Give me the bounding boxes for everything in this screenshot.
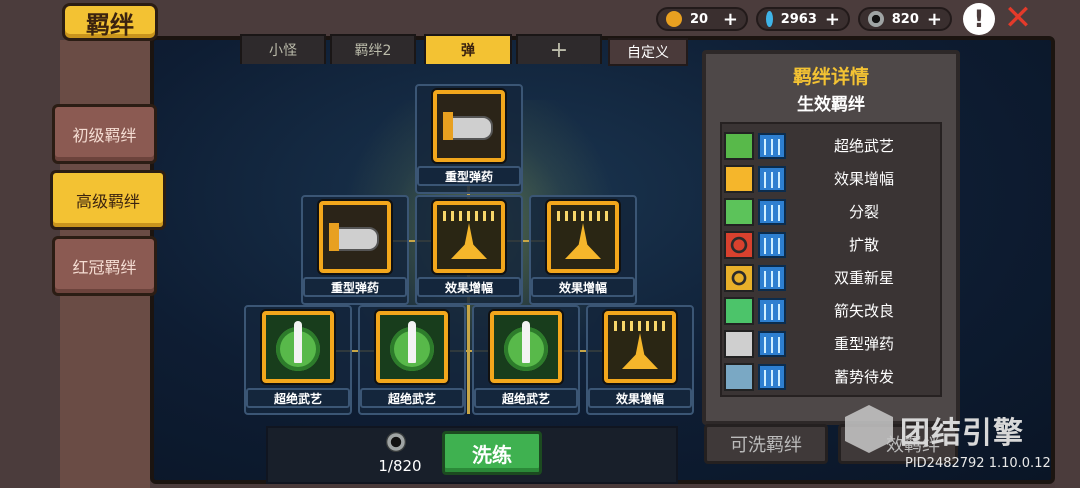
sword-icon <box>724 131 754 160</box>
details-subtitle: 生效羁绊 <box>797 95 865 115</box>
list-item[interactable]: 分裂 <box>724 196 938 227</box>
list-item[interactable]: 扩散 <box>724 229 938 260</box>
alert-button[interactable]: ! <box>963 3 995 35</box>
cost-count: 1/820 <box>378 457 422 475</box>
list-item[interactable]: 蓄势待发 <box>724 361 938 392</box>
tree-node-label: 超绝武艺 <box>246 388 350 408</box>
bullet-icon <box>724 329 754 358</box>
gear-coin-icon <box>868 11 884 27</box>
resource-ticket: 20 + <box>656 7 748 31</box>
sidebar-item-basic-bond[interactable]: 初级羁绊 <box>52 104 157 164</box>
list-item[interactable]: 超绝武艺 <box>724 130 938 161</box>
bond-level-icon <box>758 330 786 357</box>
tree-node-label: 效果增幅 <box>588 388 692 408</box>
bond-level-icon <box>758 297 786 324</box>
build-id: PID2482792 1.10.0.12 <box>905 456 1051 471</box>
close-button[interactable]: ✕ <box>1002 1 1034 35</box>
hands-icon[interactable] <box>604 311 676 383</box>
resource-value: 820 <box>891 11 919 27</box>
bond-name: 效果增幅 <box>833 170 894 188</box>
bond-name: 分裂 <box>848 203 879 221</box>
tree-node-label: 超绝武艺 <box>474 388 578 408</box>
tree-node-label: 重型弹药 <box>417 166 521 186</box>
resource-value: 20 <box>690 11 709 27</box>
tab-bullet[interactable]: 弹 <box>424 34 512 64</box>
sidebar-item-advanced-bond[interactable]: 高级羁绊 <box>50 170 166 230</box>
add-gear-button[interactable]: + <box>927 9 942 30</box>
resource-value: 2963 <box>780 11 817 27</box>
tab-add[interactable]: + <box>516 34 602 64</box>
add-gem-button[interactable]: + <box>825 9 840 30</box>
reroll-button[interactable]: 洗练 <box>442 431 542 475</box>
bullet-icon[interactable] <box>433 90 505 162</box>
bond-name: 扩散 <box>848 236 879 254</box>
bullet-icon[interactable] <box>319 201 391 273</box>
sword-icon[interactable] <box>262 311 334 383</box>
tree-node-label: 效果增幅 <box>417 277 521 297</box>
gear-coin-icon <box>386 432 406 452</box>
bond-level-icon <box>758 264 786 291</box>
bond-name: 重型弹药 <box>833 335 894 353</box>
nova-icon <box>724 263 754 292</box>
arrow-icon <box>724 296 754 325</box>
sidebar-item-crown-bond[interactable]: 红冠羁绊 <box>52 236 157 296</box>
hands-icon[interactable] <box>547 201 619 273</box>
bond-name: 箭矢改良 <box>833 302 894 320</box>
engine-watermark: 团结引擎 <box>900 416 1024 451</box>
sword-icon[interactable] <box>376 311 448 383</box>
tab-bond2[interactable]: 羁绊2 <box>330 34 416 64</box>
list-item[interactable]: 重型弹药 <box>724 328 938 359</box>
ticket-icon <box>666 11 682 27</box>
list-item[interactable]: 效果增幅 <box>724 163 938 194</box>
list-item[interactable]: 双重新星 <box>724 262 938 293</box>
resource-gem: 2963 + <box>756 7 850 31</box>
bond-level-icon <box>758 231 786 258</box>
spread-icon <box>724 230 754 259</box>
resource-gear: 820 + <box>858 7 952 31</box>
gem-icon <box>766 11 773 27</box>
details-title: 羁绊详情 <box>792 66 869 88</box>
tree-node-label: 重型弹药 <box>303 277 407 297</box>
bond-name: 双重新星 <box>833 269 894 287</box>
page-title: 羁绊 <box>62 3 158 41</box>
right-frame <box>1055 36 1080 488</box>
bond-level-icon <box>758 198 786 225</box>
list-item[interactable]: 箭矢改良 <box>724 295 938 326</box>
tree-node-label: 超绝武艺 <box>360 388 464 408</box>
bond-level-icon <box>758 165 786 192</box>
hands-icon <box>724 164 754 193</box>
tree-node-label: 效果增幅 <box>531 277 635 297</box>
tab-minion[interactable]: 小怪 <box>240 34 326 64</box>
hands-icon[interactable] <box>433 201 505 273</box>
bond-name: 超绝武艺 <box>833 137 894 155</box>
sword-icon[interactable] <box>490 311 562 383</box>
tab-rerollable-bonds[interactable]: 可洗羁绊 <box>704 424 828 464</box>
add-ticket-button[interactable]: + <box>723 9 738 30</box>
split-icon <box>724 197 754 226</box>
charge-icon <box>724 362 754 391</box>
bond-name: 蓄势待发 <box>833 368 894 386</box>
bond-level-icon <box>758 363 786 390</box>
bond-level-icon <box>758 132 786 159</box>
custom-button[interactable]: 自定义 <box>608 38 688 66</box>
